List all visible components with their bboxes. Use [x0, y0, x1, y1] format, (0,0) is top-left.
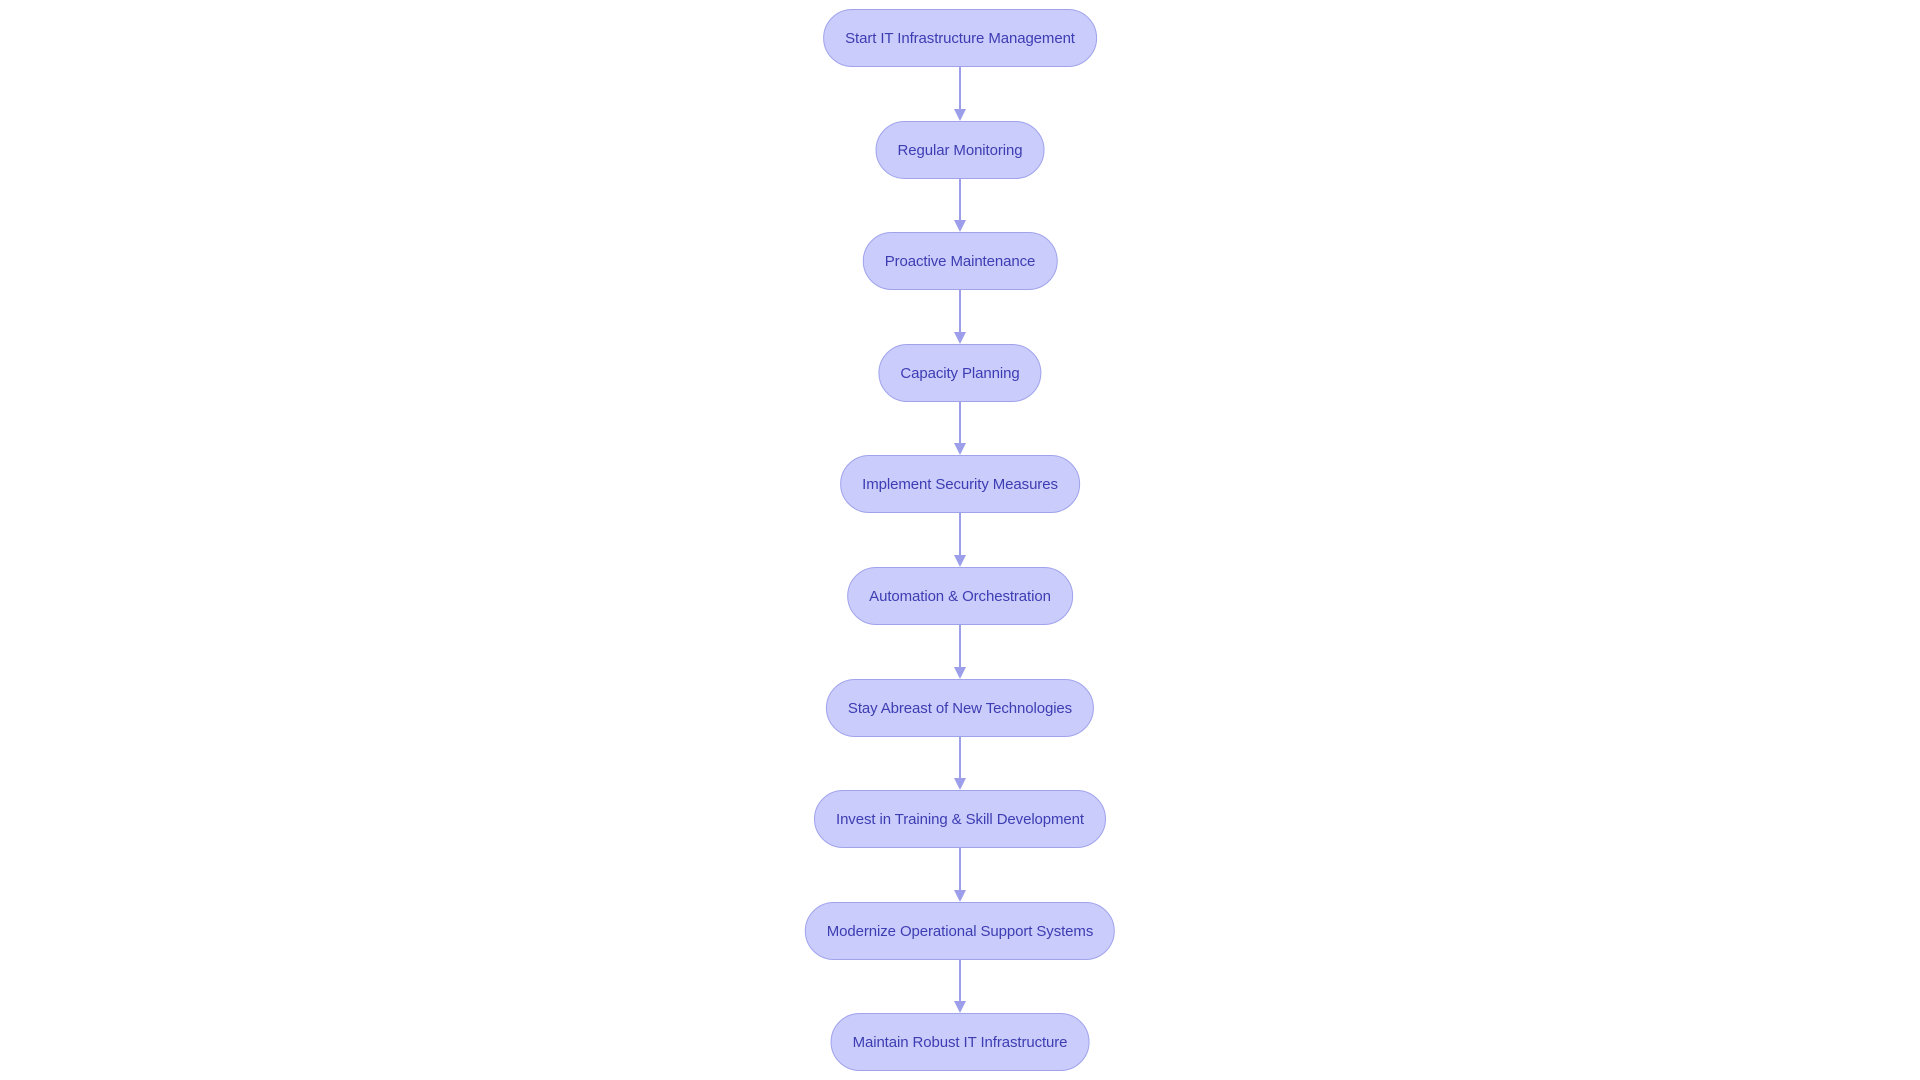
node-label: Automation & Orchestration: [869, 587, 1051, 605]
arrowhead-icon: [954, 778, 966, 790]
arrowhead-icon: [954, 220, 966, 232]
node-maintain-robust-it-infrastructure: Maintain Robust IT Infrastructure: [830, 1013, 1090, 1071]
edge-line: [959, 737, 961, 778]
node-regular-monitoring: Regular Monitoring: [875, 121, 1045, 179]
node-modernize-operational-support-systems: Modernize Operational Support Systems: [804, 902, 1116, 960]
arrowhead-icon: [954, 109, 966, 121]
edge-line: [959, 960, 961, 1001]
node-capacity-planning: Capacity Planning: [878, 344, 1042, 402]
node-label: Implement Security Measures: [862, 475, 1058, 493]
node-automation-orchestration: Automation & Orchestration: [847, 567, 1073, 625]
arrowhead-icon: [954, 1001, 966, 1013]
edge-line: [959, 625, 961, 667]
arrowhead-icon: [954, 332, 966, 344]
node-implement-security-measures: Implement Security Measures: [840, 455, 1080, 513]
node-label: Maintain Robust IT Infrastructure: [852, 1033, 1068, 1051]
node-stay-abreast-new-technologies: Stay Abreast of New Technologies: [825, 679, 1095, 737]
edge-line: [959, 848, 961, 890]
node-proactive-maintenance: Proactive Maintenance: [862, 232, 1058, 290]
node-start-it-infrastructure-management: Start IT Infrastructure Management: [823, 9, 1097, 67]
node-label: Capacity Planning: [900, 364, 1020, 382]
node-invest-training-skill-development: Invest in Training & Skill Development: [814, 790, 1106, 848]
node-label: Regular Monitoring: [897, 141, 1023, 159]
arrowhead-icon: [954, 443, 966, 455]
edge-line: [959, 290, 961, 332]
flowchart: Start IT Infrastructure Management Regul…: [0, 0, 1920, 1080]
node-label: Invest in Training & Skill Development: [836, 810, 1084, 828]
edge-line: [959, 513, 961, 555]
arrowhead-icon: [954, 667, 966, 679]
edge-line: [959, 179, 961, 220]
arrowhead-icon: [954, 555, 966, 567]
edge-line: [959, 402, 961, 443]
node-label: Proactive Maintenance: [884, 252, 1036, 270]
node-label: Modernize Operational Support Systems: [826, 922, 1094, 940]
node-label: Stay Abreast of New Technologies: [847, 699, 1073, 717]
edge-line: [959, 67, 961, 109]
arrowhead-icon: [954, 890, 966, 902]
node-label: Start IT Infrastructure Management: [845, 29, 1075, 47]
